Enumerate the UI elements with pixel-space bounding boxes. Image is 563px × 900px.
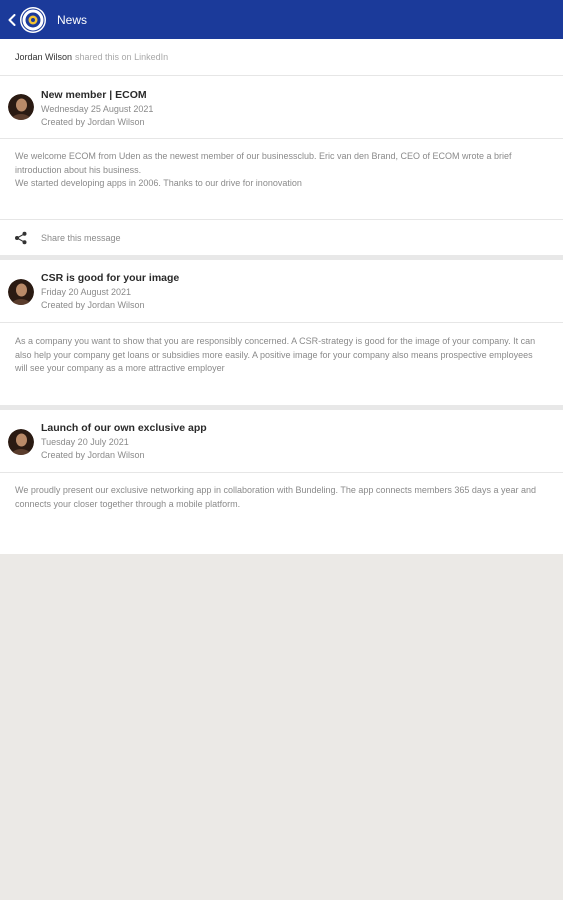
- post-body-line: As a company you want to show that you a…: [15, 336, 536, 373]
- post-title: CSR is good for your image: [41, 272, 180, 284]
- share-label: Share this message: [41, 233, 121, 243]
- chevron-left-icon: [8, 13, 16, 26]
- post-body-line: We welcome ECOM from Uden as the newest …: [15, 151, 512, 175]
- share-icon: [14, 231, 28, 245]
- post-header-2[interactable]: CSR is good for your image Friday 20 Aug…: [0, 260, 563, 323]
- post-body-line: We proudly present our exclusive network…: [15, 485, 536, 509]
- post-body: We proudly present our exclusive network…: [15, 484, 545, 511]
- post-header-1[interactable]: New member | ECOM Wednesday 25 August 20…: [0, 76, 563, 139]
- page-title: News: [57, 12, 88, 27]
- share-message-button[interactable]: Share this message: [0, 219, 563, 256]
- shared-source-text: shared this on LinkedIn: [75, 52, 169, 62]
- post-date: Wednesday 25 August 2021: [41, 104, 154, 114]
- news-feed: Jordan Wilson shared this on LinkedIn Ne…: [0, 39, 563, 554]
- post-author: Created by Jordan Wilson: [41, 300, 145, 310]
- club-logo-icon: [20, 6, 46, 33]
- post-title: Launch of our own exclusive app: [41, 422, 207, 434]
- post-date: Friday 20 August 2021: [41, 287, 132, 297]
- avatar: [8, 94, 34, 120]
- post-title: New member | ECOM: [41, 89, 147, 101]
- post-author: Created by Jordan Wilson: [41, 117, 145, 127]
- avatar: [8, 429, 34, 455]
- post-date: Tuesday 20 July 2021: [41, 437, 129, 447]
- app-bar: News: [0, 0, 563, 39]
- back-button[interactable]: [4, 0, 20, 39]
- shared-by-name[interactable]: Jordan Wilson: [15, 52, 72, 62]
- post-body-line: We started developing apps in 2006. Than…: [15, 178, 302, 188]
- post-body: We welcome ECOM from Uden as the newest …: [15, 150, 545, 191]
- post-header-3[interactable]: Launch of our own exclusive app Tuesday …: [0, 410, 563, 473]
- shared-on-linkedin-row: Jordan Wilson shared this on LinkedIn: [0, 39, 563, 76]
- post-author: Created by Jordan Wilson: [41, 450, 145, 460]
- avatar: [8, 279, 34, 305]
- post-body: As a company you want to show that you a…: [15, 335, 545, 376]
